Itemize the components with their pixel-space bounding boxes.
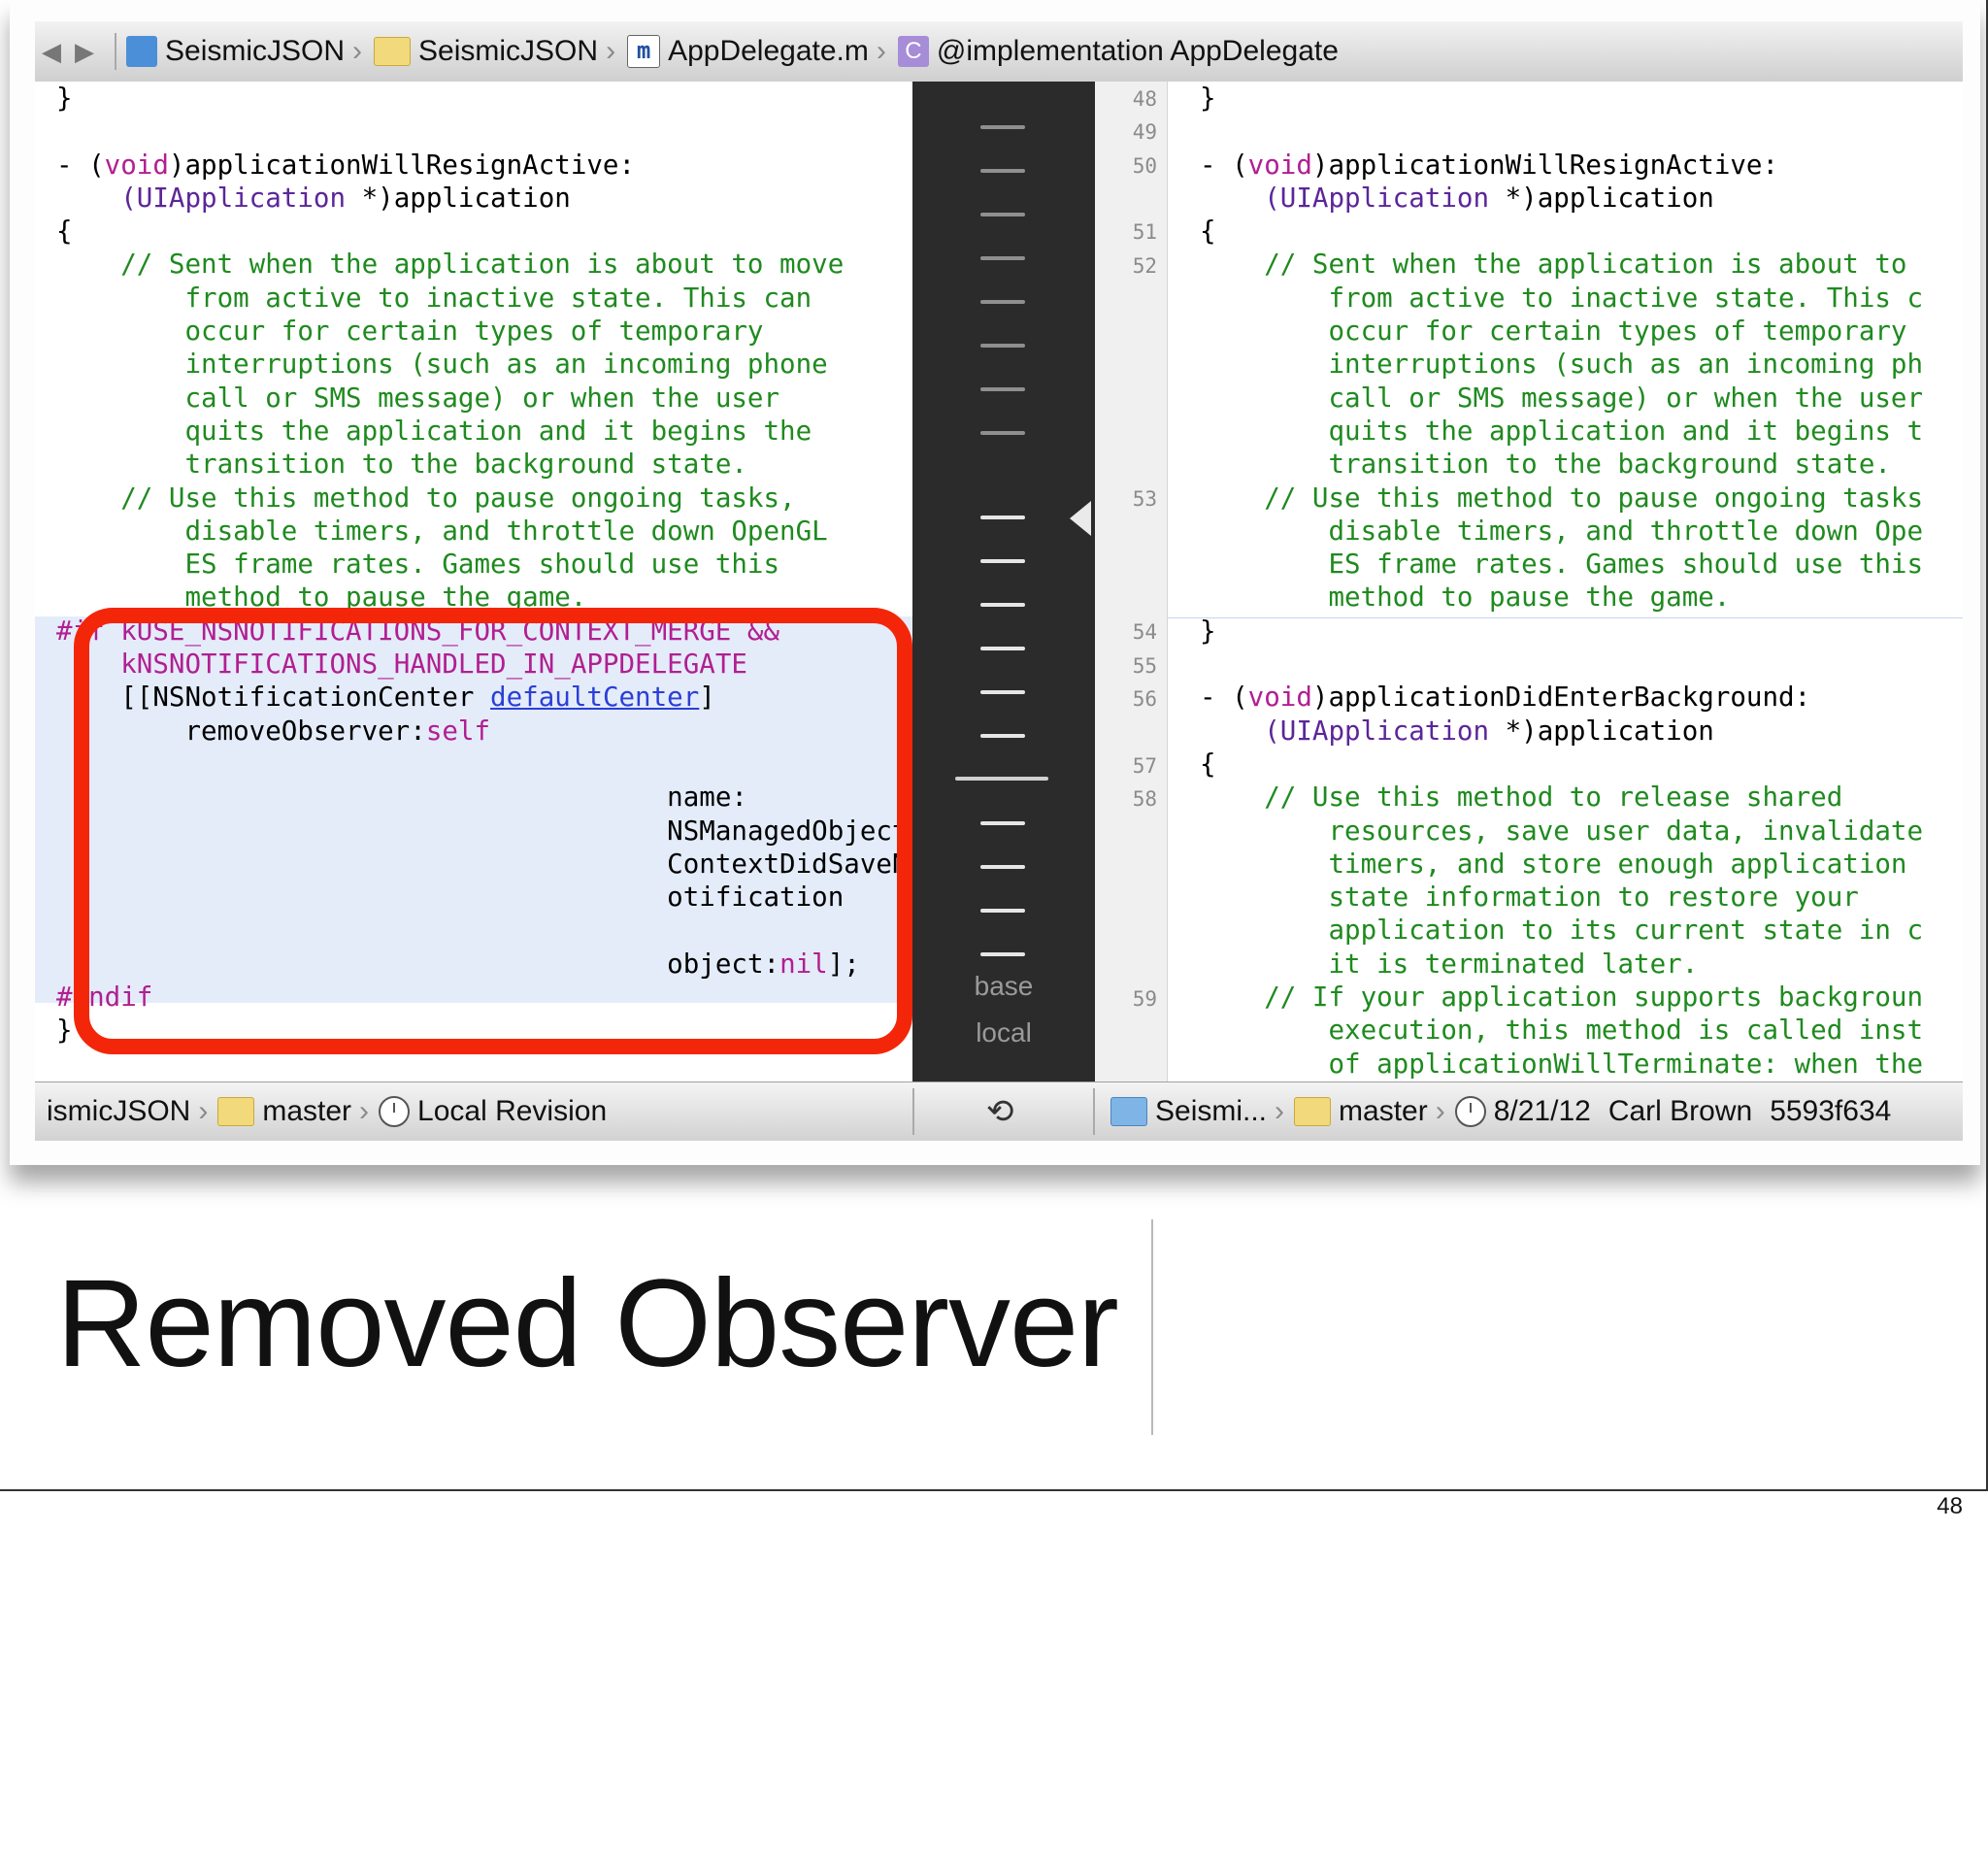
breadcrumb-label: AppDelegate.m <box>668 35 869 67</box>
history-icon[interactable]: ⟲ <box>986 1082 1014 1141</box>
timeline-current-marker[interactable] <box>955 777 1048 781</box>
timeline-tick[interactable] <box>980 647 1025 650</box>
m-file-icon: m <box>627 35 661 68</box>
project-icon <box>126 36 157 67</box>
breadcrumb-symbol[interactable]: C @implementation AppDelegate <box>897 35 1339 68</box>
version-timeline[interactable]: base local <box>912 82 1095 1082</box>
timeline-tick[interactable] <box>980 909 1025 913</box>
timeline-tick[interactable] <box>980 125 1025 129</box>
forward-arrow-icon[interactable]: ▶ <box>68 37 101 67</box>
commit-author[interactable]: Carl Brown <box>1608 1095 1752 1128</box>
branch-folder-icon <box>1294 1097 1332 1126</box>
timeline-tick[interactable] <box>980 865 1025 869</box>
chevron-right-icon: › <box>198 1095 209 1127</box>
branch-folder-icon <box>217 1097 255 1126</box>
line-number: 52 <box>1132 254 1157 278</box>
breadcrumb-group[interactable]: SeismicJSON › <box>374 35 627 68</box>
line-number: 55 <box>1132 654 1157 678</box>
line-number: 58 <box>1132 787 1157 811</box>
line-number: 50 <box>1132 154 1157 178</box>
clock-icon <box>379 1096 411 1127</box>
timeline-tick[interactable] <box>980 256 1025 260</box>
clock-icon <box>1454 1096 1486 1127</box>
line-number: 56 <box>1132 687 1157 711</box>
timeline-local-label[interactable]: local <box>912 1017 1095 1048</box>
bottom-crumb-project[interactable]: ismicJSON <box>47 1095 190 1128</box>
base-editor-pane[interactable]: 48 49 50 51 52 53 54 55 56 57 58 59 } - … <box>1095 82 1963 1082</box>
timeline-tick[interactable] <box>980 516 1025 519</box>
bottom-divider <box>1093 1088 1095 1135</box>
timeline-tick[interactable] <box>980 603 1025 607</box>
breadcrumb-file[interactable]: m AppDelegate.m › <box>627 35 898 68</box>
class-icon: C <box>897 36 929 67</box>
bottom-crumb-revision[interactable]: Local Revision <box>417 1095 607 1128</box>
chevron-right-icon: › <box>1275 1095 1285 1127</box>
chevron-right-icon: › <box>359 1095 370 1127</box>
timeline-tick[interactable] <box>980 213 1025 216</box>
timeline-tick[interactable] <box>980 344 1025 348</box>
base-code[interactable]: } - (void)applicationWillResignActive: (… <box>1200 82 1923 1081</box>
line-number: 49 <box>1132 120 1157 144</box>
line-number: 51 <box>1132 220 1157 244</box>
timeline-base-label[interactable]: base <box>912 971 1095 1002</box>
folder-icon <box>374 37 412 66</box>
slide: ◀ ▶ SeismicJSON › SeismicJSON › m AppDel… <box>0 0 1988 1491</box>
commit-hash[interactable]: 5593f634 <box>1770 1095 1891 1128</box>
timeline-tick[interactable] <box>980 431 1025 435</box>
timeline-tick[interactable] <box>980 734 1025 738</box>
timeline-tick[interactable] <box>980 300 1025 304</box>
timeline-tick[interactable] <box>980 952 1025 956</box>
breadcrumb-project[interactable]: SeismicJSON › <box>126 35 374 68</box>
breadcrumb-label: SeismicJSON <box>418 35 599 67</box>
jump-bar: ◀ ▶ SeismicJSON › SeismicJSON › m AppDel… <box>35 21 1963 83</box>
timeline-tick[interactable] <box>980 387 1025 391</box>
line-number: 54 <box>1132 620 1157 644</box>
breadcrumb-label: @implementation AppDelegate <box>936 35 1339 67</box>
line-number: 59 <box>1132 987 1157 1011</box>
bottom-divider <box>912 1088 914 1135</box>
timeline-tick[interactable] <box>980 821 1025 825</box>
bottom-crumb-branch[interactable]: master <box>262 1095 351 1128</box>
title-divider <box>1151 1219 1153 1435</box>
highlight-callout-box <box>74 608 912 1054</box>
bottom-crumb-project[interactable]: Seismi... <box>1155 1095 1267 1128</box>
commit-date[interactable]: 8/21/12 <box>1494 1095 1591 1128</box>
base-revision-path[interactable]: Seismi... › master › 8/21/12 Carl Brown … <box>1110 1082 1891 1141</box>
chevron-right-icon: › <box>352 35 363 67</box>
slide-title: Removed Observer <box>56 1254 1119 1393</box>
line-number: 53 <box>1132 487 1157 511</box>
xcode-screenshot: ◀ ▶ SeismicJSON › SeismicJSON › m AppDel… <box>10 0 1980 1165</box>
revision-bar: ismicJSON › master › Local Revision ⟲ Se… <box>35 1082 1963 1141</box>
chevron-right-icon: › <box>1435 1095 1445 1127</box>
line-number-gutter: 48 49 50 51 52 53 54 55 56 57 58 59 <box>1095 82 1168 1082</box>
timeline-tick[interactable] <box>980 559 1025 563</box>
timeline-tick[interactable] <box>980 169 1025 173</box>
jump-bar-divider <box>115 33 116 70</box>
back-arrow-icon[interactable]: ◀ <box>35 37 68 67</box>
folder-icon <box>1110 1097 1147 1126</box>
chevron-right-icon: › <box>606 35 616 67</box>
line-number: 48 <box>1132 87 1157 111</box>
breadcrumb-label: SeismicJSON <box>165 35 346 67</box>
chevron-right-icon: › <box>876 35 886 67</box>
line-number: 57 <box>1132 754 1157 778</box>
timeline-pointer-icon <box>1070 501 1091 536</box>
page-number: 48 <box>1937 1493 1963 1519</box>
bottom-crumb-branch[interactable]: master <box>1339 1095 1428 1128</box>
timeline-tick[interactable] <box>980 690 1025 694</box>
local-revision-path[interactable]: ismicJSON › master › Local Revision <box>47 1082 607 1141</box>
